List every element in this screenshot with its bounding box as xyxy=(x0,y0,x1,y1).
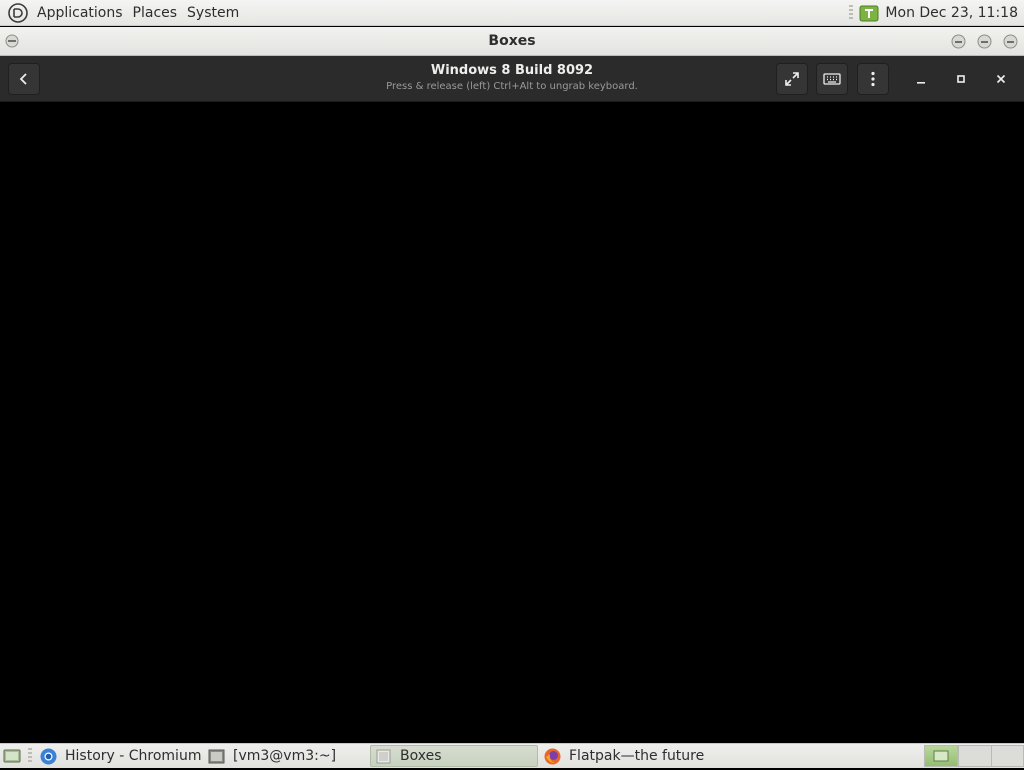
close-button[interactable] xyxy=(991,69,1011,89)
maximize-button[interactable] xyxy=(951,69,971,89)
fullscreen-icon xyxy=(785,72,799,86)
task-firefox[interactable]: Flatpak—the future ... xyxy=(540,745,710,767)
panel-tray: Mon Dec 23, 11:18 xyxy=(849,0,1018,26)
task-label: History - Chromium xyxy=(65,748,202,764)
task-terminal[interactable]: [vm3@vm3:~] xyxy=(204,745,368,767)
system-menu[interactable]: System xyxy=(182,0,244,26)
window-title: Boxes xyxy=(488,33,536,49)
close-window-icon[interactable] xyxy=(1003,34,1018,49)
bottom-panel: History - Chromium [vm3@vm3:~] Boxes Fla… xyxy=(0,743,1024,768)
clock[interactable]: Mon Dec 23, 11:18 xyxy=(885,5,1018,21)
ungrab-hint: Press & release (left) Ctrl+Alt to ungra… xyxy=(386,81,638,92)
workspace-3[interactable] xyxy=(991,745,1024,767)
back-button[interactable] xyxy=(8,63,40,95)
task-label: Boxes xyxy=(400,748,442,764)
boxes-icon xyxy=(376,749,391,763)
task-boxes[interactable]: Boxes xyxy=(370,745,538,767)
firefox-icon xyxy=(544,748,561,764)
task-label: [vm3@vm3:~] xyxy=(233,748,337,764)
vm-title: Windows 8 Build 8092 xyxy=(430,63,594,78)
update-manager-icon[interactable] xyxy=(859,4,879,22)
maximize-window-icon[interactable] xyxy=(977,34,992,49)
mint-logo-icon[interactable] xyxy=(8,2,28,23)
back-arrow-icon xyxy=(19,73,27,85)
fullscreen-button[interactable] xyxy=(776,63,808,95)
maximize-icon xyxy=(957,75,965,83)
boxes-headerbar: Windows 8 Build 8092 Press & release (le… xyxy=(0,56,1024,102)
keyboard-icon xyxy=(823,73,841,85)
minimize-button[interactable] xyxy=(911,69,931,89)
show-desktop-icon[interactable] xyxy=(3,747,21,765)
terminal-icon xyxy=(208,749,225,763)
workspace-1[interactable] xyxy=(924,745,958,767)
close-icon xyxy=(996,74,1006,84)
headerbar-titles: Windows 8 Build 8092 Press & release (le… xyxy=(300,62,724,93)
workspace-window-icon xyxy=(933,750,949,762)
places-menu[interactable]: Places xyxy=(128,0,183,26)
panel-handle[interactable] xyxy=(849,5,854,21)
workspace-2[interactable] xyxy=(958,745,992,767)
minimize-icon xyxy=(917,82,925,84)
chromium-icon xyxy=(40,748,57,764)
minimize-window-icon[interactable] xyxy=(951,34,966,49)
window-titlebar[interactable]: Boxes xyxy=(0,27,1024,56)
kebab-menu-icon xyxy=(871,71,875,87)
panel-handle[interactable] xyxy=(28,748,32,764)
top-panel: Applications Places System Mon Dec 23, 1… xyxy=(0,0,1024,26)
task-label: Flatpak—the future ... xyxy=(569,748,710,764)
task-chromium[interactable]: History - Chromium xyxy=(36,745,202,767)
keyboard-button[interactable] xyxy=(816,63,848,95)
vm-display[interactable] xyxy=(0,102,1024,743)
vm-menu-button[interactable] xyxy=(857,63,889,95)
applications-menu[interactable]: Applications xyxy=(32,0,128,26)
